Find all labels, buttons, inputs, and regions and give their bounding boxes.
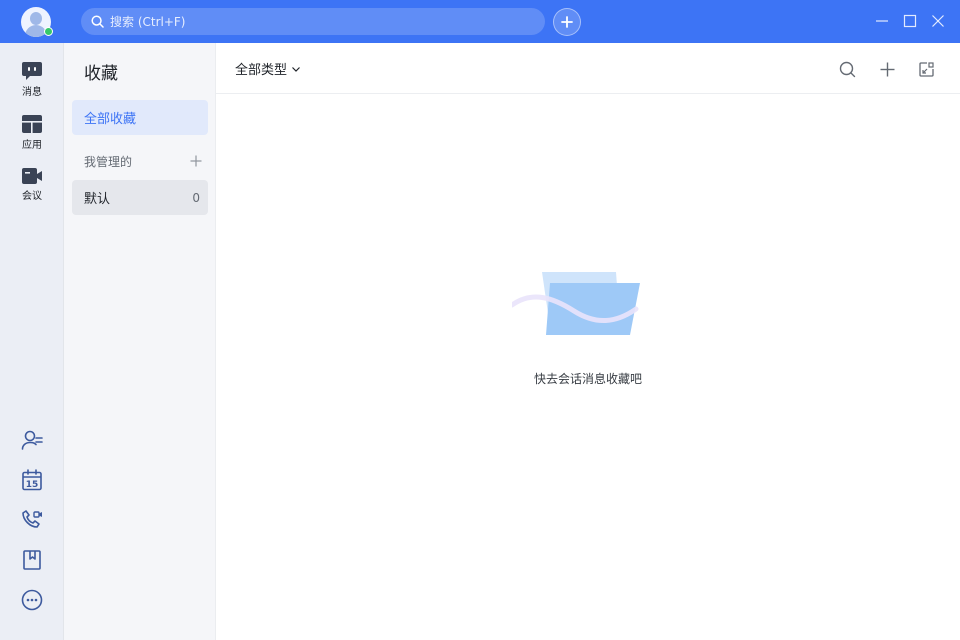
- type-filter-label: 全部类型: [235, 63, 288, 78]
- minimize-icon: [876, 20, 888, 22]
- rail-label-messages: 消息: [22, 87, 42, 98]
- message-icon: [22, 62, 42, 80]
- chevron-down-icon: [292, 66, 300, 72]
- category-default-count: 0: [192, 190, 200, 205]
- search-favorites-button[interactable]: [837, 59, 857, 79]
- category-default[interactable]: 默认 0: [72, 180, 208, 215]
- favorites-panel: 收藏 全部收藏 我管理的 默认 0: [64, 43, 216, 640]
- category-all-favorites[interactable]: 全部收藏: [72, 100, 208, 135]
- add-favorite-button[interactable]: [877, 59, 897, 79]
- section-managed-label: 我管理的: [84, 155, 133, 169]
- type-filter-dropdown[interactable]: 全部类型: [235, 59, 301, 78]
- online-status-dot: [44, 27, 53, 36]
- calendar-day: 15: [26, 480, 39, 490]
- rail-label-apps: 应用: [22, 140, 42, 151]
- contacts-icon: [21, 430, 43, 450]
- panel-title: 收藏: [84, 64, 118, 84]
- create-button[interactable]: [553, 8, 581, 36]
- main-content: 全部类型 快去会话消息收藏吧: [216, 43, 960, 640]
- close-icon: [932, 15, 944, 27]
- nav-rail: 消息 应用 会议 15: [0, 43, 64, 640]
- meeting-icon: [22, 168, 42, 184]
- add-category-button[interactable]: [189, 153, 203, 167]
- empty-folder-illustration: [512, 272, 640, 335]
- open-window-icon: [918, 61, 934, 77]
- apps-icon: [22, 115, 42, 133]
- rail-item-meeting[interactable]: 会议: [0, 167, 64, 202]
- call-button[interactable]: [20, 508, 44, 532]
- empty-state-text: 快去会话消息收藏吧: [533, 372, 642, 386]
- plus-icon: [190, 155, 202, 167]
- close-button[interactable]: [929, 12, 947, 30]
- rail-label-meeting: 会议: [22, 191, 42, 202]
- minimize-button[interactable]: [873, 12, 891, 30]
- maximize-button[interactable]: [901, 12, 919, 30]
- plus-icon: [880, 62, 894, 76]
- title-bar: 搜索 (Ctrl+F): [0, 0, 960, 43]
- more-button[interactable]: [20, 588, 44, 612]
- calendar-button[interactable]: 15: [20, 468, 44, 492]
- call-icon: [22, 510, 42, 528]
- search-input[interactable]: 搜索 (Ctrl+F): [81, 8, 545, 35]
- contacts-button[interactable]: [20, 428, 44, 452]
- search-placeholder: 搜索 (Ctrl+F): [110, 15, 186, 29]
- rail-item-apps[interactable]: 应用: [0, 114, 64, 151]
- bookmark-button[interactable]: [20, 548, 44, 572]
- maximize-icon: [903, 14, 917, 28]
- toolbar: 全部类型: [216, 43, 960, 94]
- more-icon: [21, 589, 43, 611]
- calendar-icon: 15: [22, 469, 42, 491]
- category-default-label: 默认: [84, 192, 111, 207]
- rail-item-messages[interactable]: 消息: [0, 61, 64, 98]
- plus-icon: [561, 16, 573, 28]
- open-window-button[interactable]: [916, 59, 936, 79]
- search-icon: [839, 61, 855, 77]
- bookmark-icon: [23, 550, 41, 570]
- avatar-head: [30, 12, 42, 25]
- search-icon: [91, 15, 104, 28]
